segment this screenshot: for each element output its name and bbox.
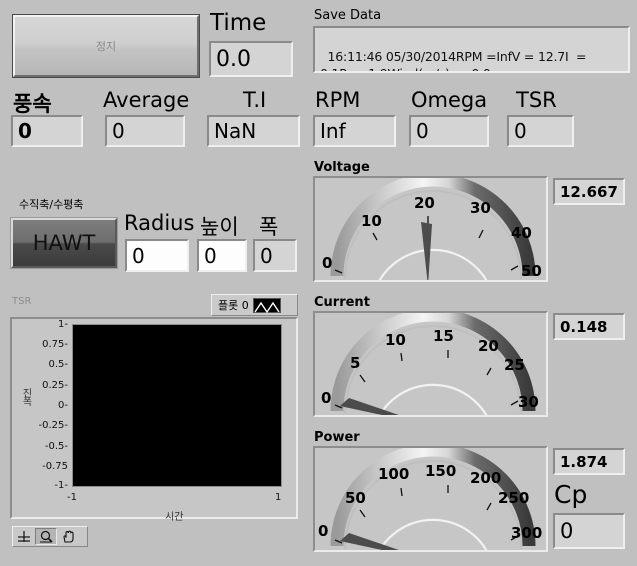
y-tick: 0.5‑ [48, 359, 68, 370]
current-gauge-title: Current [314, 295, 370, 310]
svg-text:20: 20 [478, 337, 499, 355]
power-value-indicator: 1.874 [553, 448, 625, 475]
voltage-gauge-title: Voltage [314, 160, 370, 175]
power-value: 1.874 [560, 452, 608, 471]
svg-text:250: 250 [498, 489, 529, 507]
x-tick: 1 [275, 492, 282, 503]
svg-text:100: 100 [378, 465, 409, 483]
wind-speed-indicator: 0 [11, 115, 83, 147]
power-gauge-title: Power [314, 430, 360, 445]
current-gauge-dial: 0 5 10 15 20 25 30 [321, 313, 539, 415]
y-tick: -0.25‑ [38, 420, 68, 431]
time-indicator: 0.0 [209, 41, 293, 77]
power-gauge[interactable]: 0 50 100 150 200 250 300 [313, 446, 548, 552]
tsr-indicator: 0 [507, 115, 574, 147]
y-tick: 0.75‑ [42, 339, 68, 350]
current-value: 0.148 [560, 317, 608, 336]
hand-icon[interactable] [57, 528, 79, 545]
height-input[interactable]: 0 [197, 239, 247, 272]
graph-y-axis-title: 진폭 [20, 388, 31, 404]
line-plot-icon[interactable] [252, 297, 281, 313]
average-value: 0 [112, 119, 125, 143]
ti-value: NaN [214, 119, 257, 143]
rpm-label: RPM [315, 88, 361, 112]
svg-text:50: 50 [345, 489, 366, 507]
graph-title: TSR [12, 296, 32, 307]
cp-value: 0 [560, 519, 574, 543]
svg-text:200: 200 [470, 469, 501, 487]
current-value-indicator: 0.148 [553, 313, 625, 340]
current-gauge[interactable]: 0 5 10 15 20 25 30 [313, 311, 548, 417]
radius-value: 0 [132, 243, 145, 268]
graph-legend[interactable]: 플롯 0 [211, 294, 298, 316]
y-tick: 1‑ [58, 319, 68, 330]
x-tick: -1 [67, 492, 77, 503]
svg-text:30: 30 [470, 199, 491, 217]
height-label: 높이 [200, 215, 239, 239]
cp-label: Cp [554, 480, 588, 509]
svg-text:150: 150 [425, 462, 456, 480]
svg-text:50: 50 [521, 262, 542, 280]
ti-indicator: NaN [207, 115, 300, 147]
graph-plot-area[interactable] [72, 324, 282, 487]
time-value: 0.0 [216, 46, 251, 72]
tsr-label: TSR [516, 88, 557, 112]
width-value: 0 [260, 243, 273, 268]
width-label: 폭 [259, 215, 279, 239]
radius-label: Radius [124, 211, 195, 235]
voltage-value-indicator: 12.667 [553, 178, 625, 205]
graph-tool-palette[interactable] [12, 526, 88, 547]
turbine-type-button[interactable]: HAWT [10, 217, 118, 269]
graph-x-axis-title: 시간 [165, 512, 184, 523]
wind-speed-value: 0 [18, 119, 32, 143]
crosshair-icon[interactable] [13, 528, 35, 545]
save-data-indicator: 16:11:46 05/30/2014RPM =InfV = 12.7I = 0… [313, 26, 630, 73]
omega-value: 0 [416, 119, 429, 143]
axis-type-label: 수직축/수평축 [19, 198, 84, 211]
svg-text:15: 15 [433, 327, 454, 345]
voltage-gauge[interactable]: 0 10 20 30 40 50 [313, 176, 548, 282]
average-label: Average [103, 88, 190, 112]
svg-text:10: 10 [361, 212, 382, 230]
save-data-label: Save Data [314, 8, 382, 23]
power-gauge-dial: 0 50 100 150 200 250 300 [318, 448, 542, 550]
svg-text:20: 20 [414, 194, 435, 212]
y-tick: -1‑ [54, 480, 68, 491]
tsr-value: 0 [514, 119, 527, 143]
omega-label: Omega [411, 88, 488, 112]
svg-text:40: 40 [511, 224, 532, 242]
y-tick: -0.5‑ [44, 441, 68, 452]
svg-text:0: 0 [318, 522, 328, 540]
radius-input[interactable]: 0 [125, 239, 189, 272]
ti-label: T.I [243, 88, 267, 112]
run-stop-button-label: 정지 [95, 40, 117, 53]
svg-text:5: 5 [350, 354, 360, 372]
rpm-indicator: Inf [313, 115, 396, 147]
run-stop-button[interactable]: 정지 [12, 14, 200, 78]
voltage-gauge-dial: 0 10 20 30 40 50 [322, 178, 542, 280]
time-label: Time [210, 10, 267, 36]
svg-text:25: 25 [504, 356, 525, 374]
svg-text:0: 0 [321, 389, 331, 407]
svg-text:10: 10 [385, 331, 406, 349]
wind-speed-label: 풍속 [13, 92, 52, 116]
width-input[interactable]: 0 [253, 239, 297, 272]
save-data-text: 16:11:46 05/30/2014RPM =InfV = 12.7I = 0… [320, 49, 587, 71]
svg-text:30: 30 [518, 393, 539, 411]
magnifier-icon[interactable] [35, 528, 57, 545]
voltage-value: 12.667 [560, 182, 618, 201]
turbine-type-label: HAWT [32, 231, 96, 255]
legend-label: 플롯 0 [218, 299, 249, 312]
rpm-value: Inf [320, 119, 346, 143]
cp-indicator: 0 [553, 513, 625, 549]
average-indicator: 0 [105, 115, 185, 147]
svg-text:0: 0 [322, 254, 332, 272]
svg-text:300: 300 [511, 524, 542, 542]
height-value: 0 [204, 243, 217, 268]
y-tick: -0.75 [42, 461, 68, 472]
omega-indicator: 0 [409, 115, 489, 147]
